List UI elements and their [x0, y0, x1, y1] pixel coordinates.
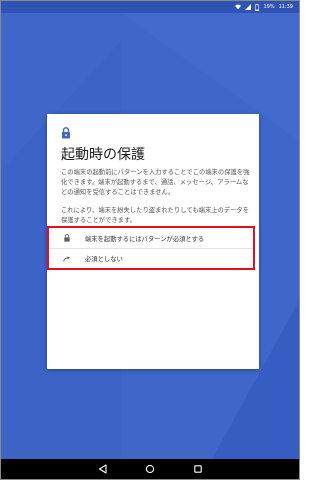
status-icons: 19% 11:39 [235, 3, 293, 11]
navigation-bar [1, 459, 299, 479]
lock-icon [62, 127, 70, 139]
not-required-label: 必須としない [85, 256, 123, 263]
dialog-body: この端末の起動前にパターンを入力することでこの端末の保護を強化できます。端末が起… [61, 168, 251, 234]
options-highlight-box: 端末を起動するにはパターンが必須とする 必須としない [47, 226, 255, 270]
battery-icon [255, 3, 260, 11]
screen: 19% 11:39 起動時の保護 この端末の起動前にパターンを入力することでこの… [0, 0, 300, 480]
require-pattern-option[interactable]: 端末を起動するにはパターンが必須とする [49, 228, 253, 248]
recent-apps-icon[interactable] [193, 464, 203, 474]
lock-icon [64, 234, 70, 242]
status-bar: 19% 11:39 [1, 1, 299, 13]
dialog-title: 起動時の保護 [61, 147, 145, 163]
require-pattern-label: 端末を起動するにはパターンが必須とする [85, 235, 205, 243]
dialog-paragraph: これにより、端末を紛失したり盗まれたりしても端末上のデータを保護することができま… [61, 207, 250, 224]
secure-startup-dialog: 起動時の保護 この端末の起動前にパターンを入力することでこの端末の保護を強化でき… [47, 114, 259, 369]
not-required-option[interactable]: 必須としない [49, 248, 253, 268]
redirect-arrow-icon [63, 255, 71, 262]
back-icon[interactable] [98, 464, 108, 474]
battery-level: 19% [263, 4, 275, 10]
clock: 11:39 [278, 4, 293, 10]
dialog-paragraph: この端末の起動前にパターンを入力することでこの端末の保護を強化できます。端末が起… [61, 169, 250, 196]
signal-icon [245, 4, 252, 10]
wifi-icon [235, 4, 242, 10]
home-icon[interactable] [145, 464, 155, 474]
